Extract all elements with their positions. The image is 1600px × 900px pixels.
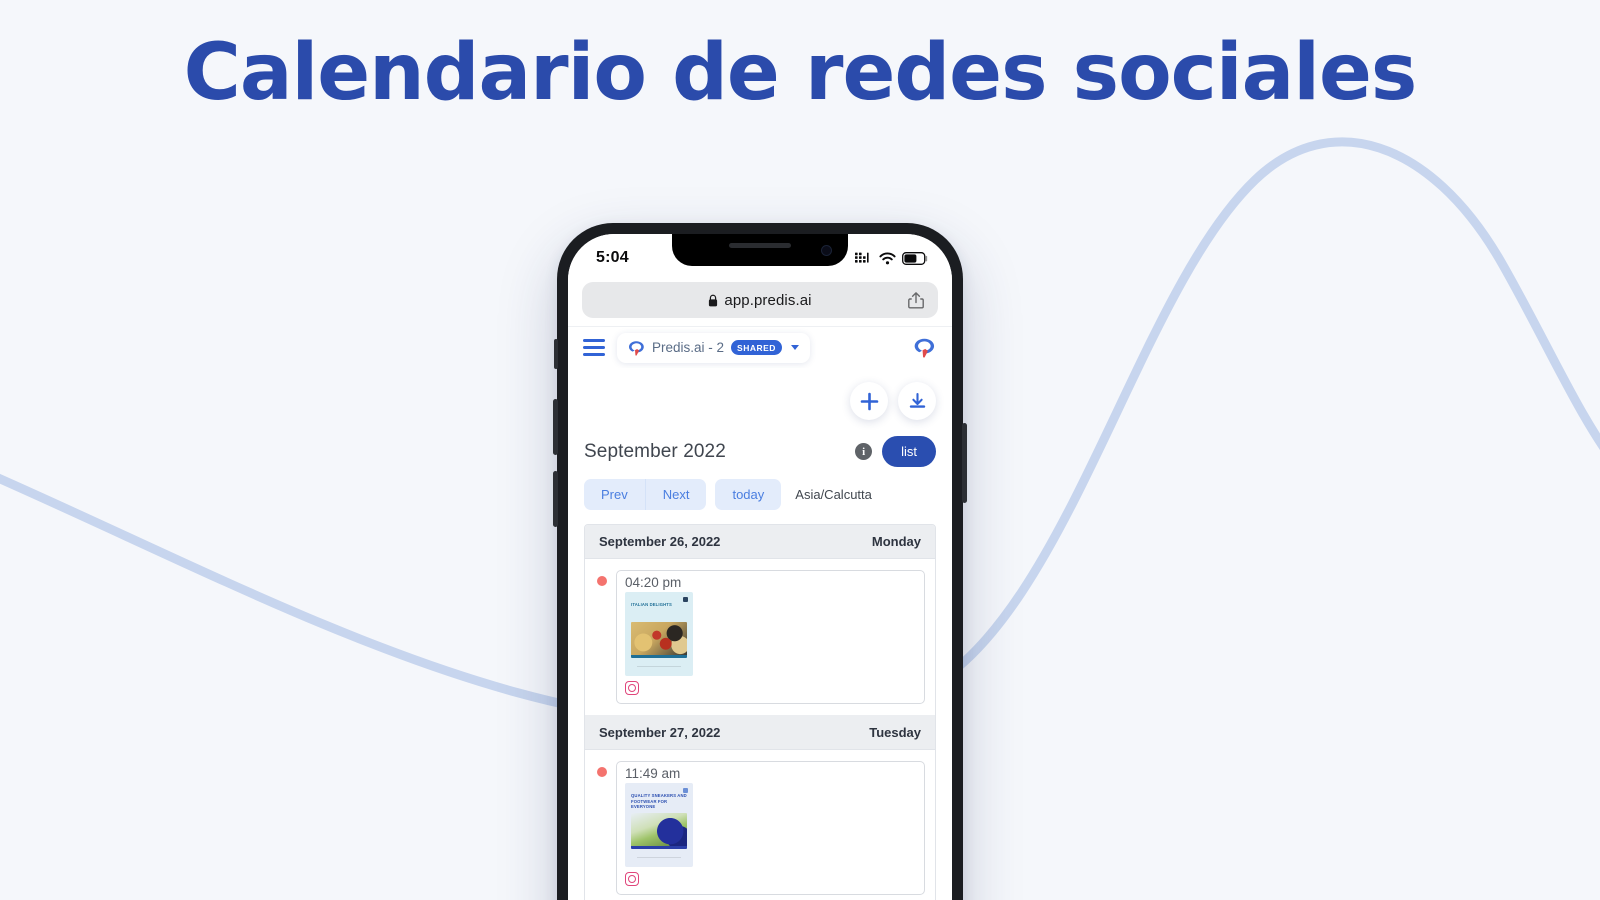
prev-button[interactable]: Prev — [584, 479, 645, 510]
next-button[interactable]: Next — [644, 479, 707, 510]
predis-brand-logo-icon[interactable] — [913, 337, 936, 358]
event-status-dot — [597, 576, 607, 586]
day-header-weekday: Tuesday — [869, 725, 921, 740]
share-icon[interactable] — [908, 291, 924, 309]
event-time: 11:49 am — [625, 766, 681, 781]
add-post-button[interactable] — [850, 382, 888, 420]
today-button[interactable]: today — [715, 479, 782, 510]
wifi-icon — [879, 252, 896, 264]
url-bar[interactable]: app.predis.ai — [582, 282, 938, 318]
instagram-icon[interactable] — [625, 872, 639, 886]
event-status-dot — [597, 767, 607, 777]
phone-notch — [672, 234, 848, 266]
chevron-down-icon[interactable] — [790, 345, 799, 350]
download-icon — [909, 392, 925, 408]
view-toggle-list-button[interactable]: list — [882, 436, 936, 467]
event-card[interactable]: 11:49 am QUALITY SNEAKERS AND FOOTWEAR F… — [616, 761, 925, 895]
event-time: 04:20 pm — [625, 575, 682, 590]
prev-next-button-group: Prev Next — [584, 479, 707, 510]
event-card[interactable]: 04:20 pm ITALIAN DELIGHTS — [616, 570, 925, 704]
day-header-date: September 27, 2022 — [599, 725, 721, 740]
phone-volume-up-button[interactable] — [553, 399, 558, 455]
post-thumbnail[interactable]: ITALIAN DELIGHTS — [625, 592, 693, 676]
event-row[interactable]: 04:20 pm ITALIAN DELIGHTS — [585, 559, 935, 716]
download-button[interactable] — [898, 382, 936, 420]
phone-screen: 5:04 app.predis.ai Predis.ai - 2 SHARED … — [568, 234, 952, 900]
thumb-divider — [637, 857, 681, 858]
lock-icon — [709, 294, 718, 306]
day-header-date: September 26, 2022 — [599, 534, 721, 549]
url-hostname: app.predis.ai — [724, 291, 812, 309]
post-thumbnail[interactable]: QUALITY SNEAKERS AND FOOTWEAR FOR EVERYO… — [625, 783, 693, 867]
post-thumbnail-photo — [631, 813, 687, 849]
browser-toolbar: app.predis.ai — [568, 278, 952, 326]
calendar-month-row: September 2022 i list — [568, 420, 952, 467]
timezone-label: Asia/Calcutta — [795, 487, 872, 502]
phone-volume-down-button[interactable] — [553, 471, 558, 527]
info-icon[interactable]: i — [855, 443, 873, 460]
calendar-list-view: September 26, 2022 Monday 04:20 pm ITALI… — [584, 524, 936, 900]
cellular-signal-icon — [855, 252, 869, 263]
url-text-group: app.predis.ai — [708, 292, 811, 309]
calendar-month-title: September 2022 — [584, 440, 726, 462]
thumb-divider — [637, 666, 681, 667]
app-header: Predis.ai - 2 SHARED — [568, 326, 952, 368]
action-button-row — [568, 368, 952, 420]
plus-icon — [860, 392, 878, 410]
app-body: September 2022 i list Prev Next today As… — [568, 368, 952, 900]
front-camera-icon — [821, 245, 832, 256]
workspace-selector[interactable]: Predis.ai - 2 SHARED — [617, 332, 810, 363]
calendar-nav-row: Prev Next today Asia/Calcutta — [568, 467, 952, 510]
post-thumbnail-title: QUALITY SNEAKERS AND FOOTWEAR FOR EVERYO… — [631, 793, 687, 810]
speaker-grille-icon — [729, 243, 791, 248]
phone-mute-switch[interactable] — [554, 339, 558, 369]
day-header: September 26, 2022 Monday — [585, 525, 935, 559]
hamburger-menu-icon[interactable] — [583, 339, 605, 356]
page-title: Calendario de redes sociales — [183, 28, 1418, 118]
post-thumbnail-title: ITALIAN DELIGHTS — [631, 602, 672, 607]
status-badge: SHARED — [731, 340, 782, 355]
post-thumbnail-photo — [631, 622, 687, 658]
event-row[interactable]: 11:49 am QUALITY SNEAKERS AND FOOTWEAR F… — [585, 750, 935, 900]
workspace-name: Predis.ai - 2 — [652, 340, 725, 355]
instagram-icon[interactable] — [625, 681, 639, 695]
status-indicators — [855, 248, 928, 265]
status-time: 5:04 — [596, 249, 629, 266]
day-header: September 27, 2022 Tuesday — [585, 716, 935, 750]
phone-power-button[interactable] — [962, 423, 967, 503]
day-header-weekday: Monday — [871, 534, 921, 549]
phone-mockup: 5:04 app.predis.ai Predis.ai - 2 SHARED … — [553, 223, 967, 900]
screenshot-root: Calendario de redes sociales 5:04 app.pr… — [0, 0, 1600, 900]
predis-logo-icon — [629, 340, 644, 356]
battery-icon — [902, 251, 928, 265]
